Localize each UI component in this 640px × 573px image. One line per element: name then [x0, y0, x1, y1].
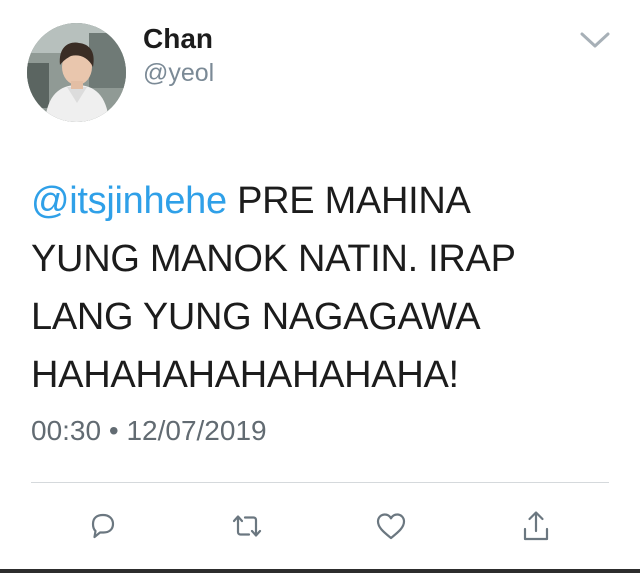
- tweet-timestamp: 00:30 • 12/07/2019: [31, 413, 267, 449]
- tweet-text-line: YUNG MANOK NATIN. IRAP: [31, 238, 516, 280]
- tweet-text: @itsjinhehe PRE MAHINA YUNG MANOK NATIN.…: [31, 172, 621, 404]
- author-name[interactable]: Chan: [143, 22, 213, 56]
- chevron-down-icon[interactable]: [579, 29, 611, 51]
- retweet-icon[interactable]: [229, 508, 265, 544]
- tweet-text-line: PRE MAHINA: [226, 180, 471, 222]
- share-icon[interactable]: [518, 508, 554, 544]
- like-icon[interactable]: [373, 508, 409, 544]
- reply-icon[interactable]: [85, 508, 121, 544]
- divider: [31, 482, 609, 483]
- avatar-photo: [27, 23, 126, 122]
- author-handle[interactable]: @yeol: [143, 58, 214, 88]
- tweet-text-line: HAHAHAHAHAHAHAHA!: [31, 354, 459, 396]
- avatar[interactable]: [27, 23, 126, 122]
- timestamp-separator: •: [108, 415, 119, 446]
- mention-link[interactable]: @itsjinhehe: [31, 180, 227, 222]
- tweet-time: 00:30: [31, 415, 102, 446]
- bottom-border: [0, 569, 640, 573]
- tweet-date: 12/07/2019: [126, 415, 267, 446]
- tweet-text-line: LANG YUNG NAGAGAWA: [31, 296, 481, 338]
- tweet-card: Chan @yeol @itsjinhehe PRE MAHINA YUNG M…: [0, 0, 640, 573]
